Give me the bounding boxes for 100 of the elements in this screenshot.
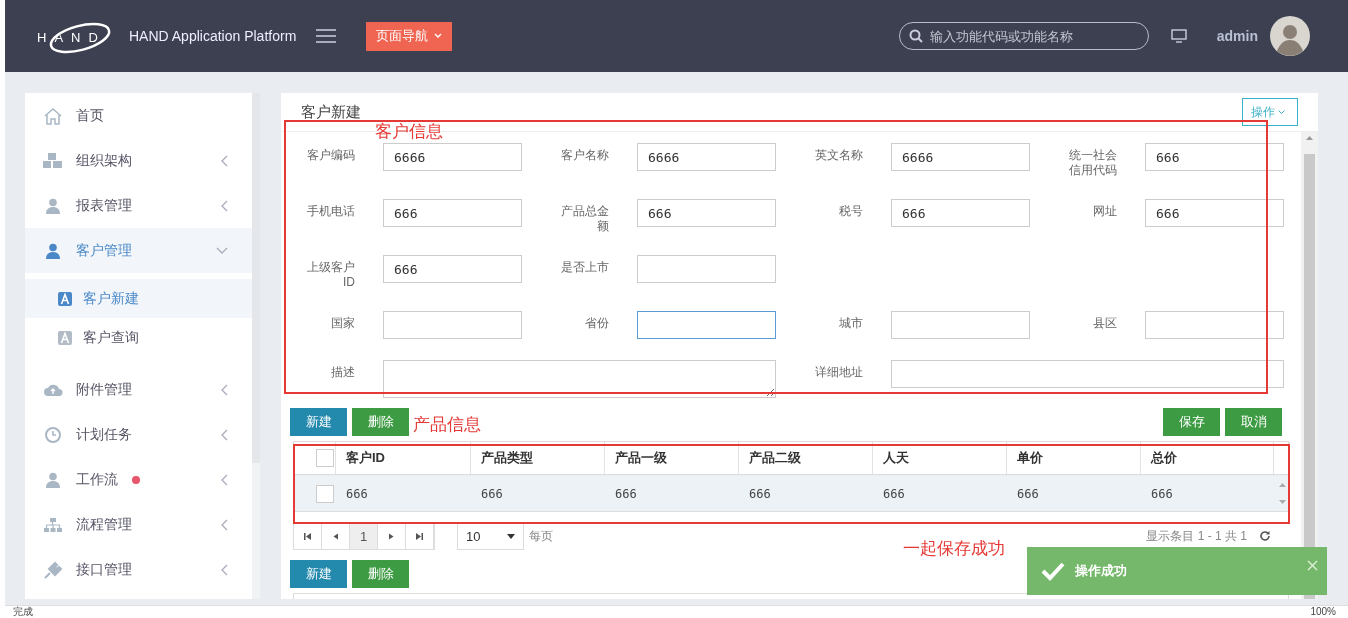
text-area[interactable] [383, 360, 776, 398]
annotation-label: 产品信息 [413, 414, 481, 436]
action-button[interactable]: 取消 [1225, 408, 1282, 436]
input-field[interactable]: 6666 [383, 143, 522, 171]
action-button[interactable]: 保存 [1163, 408, 1220, 436]
field-label: 网址 [1093, 204, 1117, 219]
scrollbar[interactable] [252, 93, 260, 599]
checkbox[interactable] [316, 449, 334, 467]
annotation-label: 一起保存成功 [903, 538, 1005, 560]
table-cell-text: 666 [1150, 485, 1174, 503]
sidebar-item[interactable]: 组织架构 [25, 138, 252, 183]
column-header[interactable]: 产品一级 [605, 442, 739, 474]
caret-icon [434, 33, 443, 39]
pager-summary: 显示条目 1 - 1 共 1 [1146, 527, 1247, 545]
caret-icon [1278, 109, 1285, 115]
sidebar-item[interactable]: 计划任务 [25, 412, 252, 457]
input-field[interactable] [891, 311, 1030, 339]
field-label: 客户编码 [307, 148, 355, 163]
field-label: 税号 [839, 204, 863, 219]
field-label: 详细地址 [815, 365, 863, 380]
sidebar-item[interactable]: 接口管理 [25, 547, 252, 592]
sidebar-subitem[interactable]: 客户新建 [25, 279, 252, 318]
sidebar-item[interactable]: 工作流 [25, 457, 252, 502]
input-field[interactable]: 666 [1145, 199, 1284, 227]
sidebar-subitem[interactable]: 客户查询 [25, 318, 252, 357]
refresh-icon[interactable] [1259, 530, 1271, 542]
cubes-icon [42, 151, 64, 170]
sidebar-item[interactable]: 流程管理 [25, 502, 252, 547]
hierarchy-icon [42, 516, 64, 533]
input-field[interactable]: 666 [383, 199, 522, 227]
input-field[interactable]: 666 [383, 255, 522, 283]
scroll-up-icon[interactable] [1306, 136, 1313, 140]
annotation-label: 客户信息 [375, 121, 443, 143]
close-icon[interactable] [1307, 559, 1318, 571]
app-title: HAND Application Platform [129, 28, 297, 44]
column-header[interactable]: 产品二级 [739, 442, 873, 474]
scroll-up-icon[interactable] [1278, 482, 1286, 487]
status-text: 完成 [13, 606, 33, 618]
field-label: 客户名称 [561, 148, 609, 163]
field-label: 城市 [839, 316, 863, 331]
monitor-icon[interactable] [1170, 29, 1187, 43]
table-cell-text: 666 [614, 485, 638, 503]
input-field[interactable] [1145, 311, 1284, 339]
caret-icon [507, 533, 515, 539]
letter-badge-icon [58, 330, 72, 345]
column-header[interactable]: 产品类型 [471, 442, 605, 474]
checkbox[interactable] [316, 484, 334, 503]
column-header[interactable]: 人天 [873, 442, 1007, 474]
table-row[interactable]: 666 666 666 666 666 666 666 [294, 475, 1288, 511]
menu-icon[interactable] [316, 28, 337, 44]
field-label: 县区 [1093, 316, 1117, 331]
action-button[interactable]: 删除 [352, 408, 409, 436]
panel-title: 客户新建 [301, 102, 361, 122]
input-field[interactable]: 666 [1145, 143, 1284, 171]
per-page-label: 每页 [529, 527, 553, 545]
plug-icon [42, 560, 64, 579]
search-icon [908, 29, 923, 43]
field-label: 省份 [585, 316, 609, 331]
input-field[interactable] [891, 360, 1284, 388]
input-field[interactable] [383, 311, 522, 339]
field-label: 手机电话 [307, 204, 355, 219]
page-size-select[interactable]: 10 [457, 522, 524, 550]
check-icon [1041, 561, 1065, 581]
field-label: 统一社会信用代码 [1068, 148, 1117, 178]
table-cell-text: 666 [882, 485, 906, 503]
input-field[interactable] [637, 311, 776, 339]
zoom-level: 100% [1310, 606, 1336, 618]
search-field[interactable]: 输入功能代码或功能名称 [898, 22, 1149, 50]
action-button[interactable]: 新建 [290, 408, 347, 436]
input-field[interactable] [637, 255, 776, 283]
last-page-icon [415, 531, 424, 541]
input-field[interactable]: 666 [637, 199, 776, 227]
scroll-down-icon[interactable] [1278, 500, 1286, 505]
input-field[interactable]: 6666 [891, 143, 1030, 171]
letter-badge-icon [58, 291, 72, 306]
input-field[interactable]: 666 [891, 199, 1030, 227]
table-cell-text: 666 [480, 485, 504, 503]
user-name[interactable]: admin [1216, 28, 1258, 44]
table-cell-text: 666 [1016, 485, 1040, 503]
column-header[interactable]: 客户ID [336, 442, 471, 474]
column-header[interactable]: 单价 [1007, 442, 1141, 474]
sidebar-item[interactable]: 客户管理 [25, 228, 252, 273]
column-header[interactable]: 总价 [1141, 442, 1274, 474]
clock-icon [42, 425, 64, 444]
toast-message: 操作成功 [1075, 562, 1128, 580]
home-icon [42, 106, 64, 125]
page-button[interactable]: 1 [350, 523, 378, 549]
triangle-left-icon [331, 531, 340, 541]
action-button[interactable]: 删除 [352, 560, 409, 588]
table-cell-text: 666 [748, 485, 772, 503]
sidebar-item[interactable]: 报表管理 [25, 183, 252, 228]
action-button[interactable]: 新建 [290, 560, 347, 588]
table-cell-text: 666 [345, 485, 369, 503]
sidebar-item[interactable]: 附件管理 [25, 367, 252, 412]
first-page-icon [303, 531, 312, 541]
input-field[interactable]: 6666 [637, 143, 776, 171]
sidebar-item[interactable]: 首页 [25, 93, 252, 138]
field-label: 英文名称 [815, 148, 863, 163]
triangle-right-icon [387, 531, 396, 541]
avatar[interactable] [1270, 16, 1310, 56]
